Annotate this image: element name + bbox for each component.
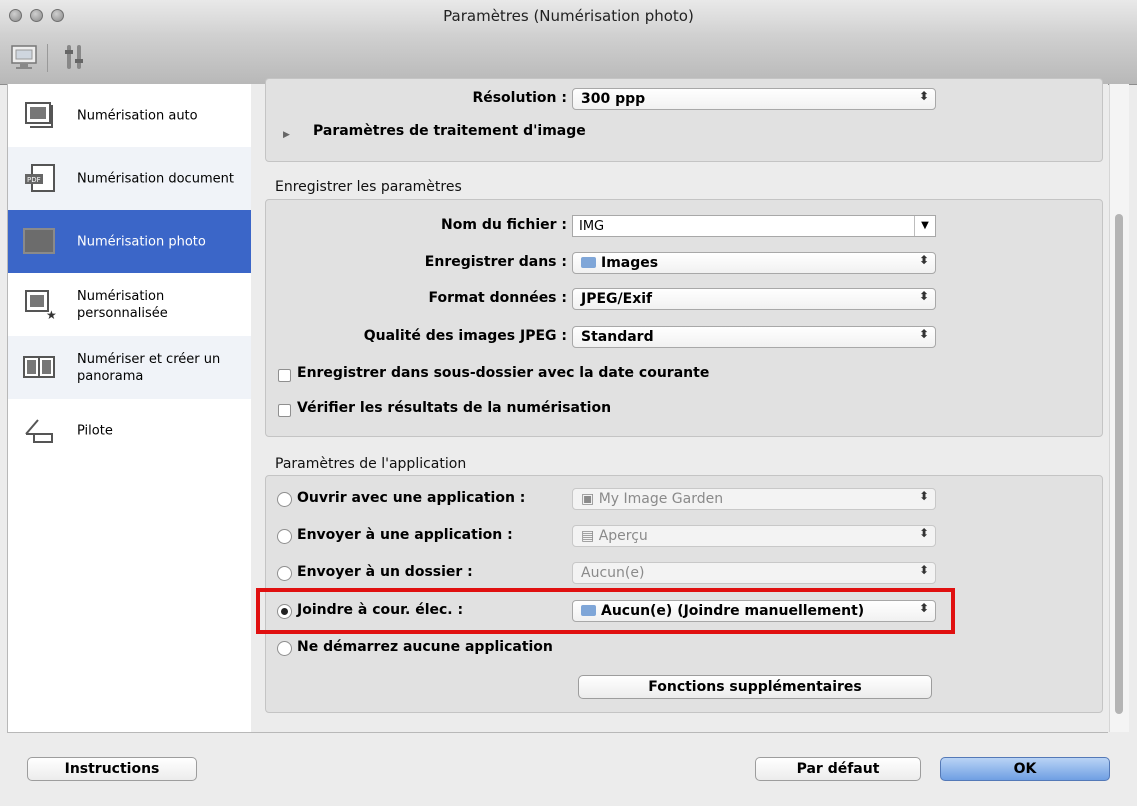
more-functions-button[interactable]: Fonctions supplémentaires: [578, 675, 932, 699]
format-label: Format données :: [428, 290, 568, 306]
sidebar-item-label: Numérisation photo: [77, 234, 206, 249]
scan-from-computer-icon[interactable]: [8, 40, 42, 74]
stepper-arrows-icon: ⬍: [918, 253, 929, 267]
image-processing-toggle[interactable]: Paramètres de traitement d'image: [313, 123, 586, 139]
send-to-folder-radio[interactable]: [277, 566, 292, 581]
filename-value: IMG: [579, 219, 605, 234]
sidebar-item-label: Numérisation personnalisée: [77, 288, 168, 321]
sidebar-item-document-scan[interactable]: PDF Numérisation document: [8, 147, 251, 210]
stepper-arrows-icon: ⬍: [918, 489, 929, 503]
stepper-arrows-icon: ⬍: [918, 89, 929, 103]
jpeg-quality-value: Standard: [581, 329, 654, 345]
save-in-label: Enregistrer dans :: [424, 254, 567, 270]
format-value: JPEG/Exif: [581, 291, 653, 307]
save-in-value: Images: [601, 255, 659, 271]
send-to-folder-select[interactable]: Aucun(e) ⬍: [572, 562, 936, 584]
subfolder-checkbox[interactable]: [278, 369, 291, 382]
sidebar-empty-row: [8, 588, 251, 651]
sidebar-item-label: Numériser et créer un panorama: [77, 351, 221, 384]
pictures-folder-icon: [581, 257, 596, 268]
save-in-select[interactable]: Images ⬍: [572, 252, 936, 274]
instructions-button[interactable]: Instructions: [27, 757, 197, 781]
open-with-app-select[interactable]: ▣ My Image Garden ⬍: [572, 488, 936, 510]
no-app-radio[interactable]: [277, 641, 292, 656]
stepper-arrows-icon: ⬍: [918, 563, 929, 577]
sidebar-empty-row: [8, 525, 251, 588]
auto-scan-icon: [25, 102, 53, 128]
open-with-app-radio[interactable]: [277, 492, 292, 507]
photo-scan-icon: [23, 228, 55, 254]
scan-type-sidebar: Numérisation auto PDF Numérisation docum…: [7, 84, 252, 733]
resolution-select[interactable]: 300 ppp ⬍: [572, 88, 936, 110]
stepper-arrows-icon: ⬍: [918, 327, 929, 341]
svg-text:PDF: PDF: [27, 176, 41, 184]
send-to-folder-value: Aucun(e): [581, 565, 645, 581]
toolbar-divider: [47, 44, 48, 72]
resolution-label: Résolution :: [472, 90, 567, 106]
sidebar-item-panorama[interactable]: Numériser et créer un panorama: [8, 336, 251, 399]
general-settings-icon[interactable]: [58, 40, 92, 74]
send-to-app-radio[interactable]: [277, 529, 292, 544]
send-to-folder-label: Envoyer à un dossier :: [297, 564, 473, 580]
verify-results-label: Vérifier les résultats de la numérisatio…: [297, 400, 612, 416]
resolution-value: 300 ppp: [581, 91, 646, 107]
chevron-down-icon[interactable]: ▼: [914, 216, 935, 236]
disclosure-triangle-icon[interactable]: ▶: [283, 130, 290, 140]
sidebar-item-photo-scan[interactable]: Numérisation photo: [8, 210, 251, 273]
sidebar-item-driver[interactable]: Pilote: [8, 399, 251, 462]
format-select[interactable]: JPEG/Exif ⬍: [572, 288, 936, 310]
app-icon: ▣: [581, 491, 599, 507]
save-settings-title: Enregistrer les paramètres: [275, 179, 462, 195]
svg-text:★: ★: [46, 308, 57, 320]
sidebar-item-custom-scan[interactable]: ★ Numérisation personnalisée: [8, 273, 251, 336]
no-app-label: Ne démarrez aucune application: [297, 639, 553, 655]
verify-results-checkbox[interactable]: [278, 404, 291, 417]
window-title: Paramètres (Numérisation photo): [443, 7, 694, 25]
title-bar: Paramètres (Numérisation photo): [0, 0, 1137, 32]
app-settings-title: Paramètres de l'application: [275, 456, 467, 472]
open-with-app-label: Ouvrir avec une application :: [297, 490, 526, 506]
subfolder-label: Enregistrer dans sous-dossier avec la da…: [297, 365, 710, 381]
ok-button[interactable]: OK: [940, 757, 1110, 781]
driver-icon: [25, 419, 53, 443]
panorama-icon: [23, 356, 55, 378]
sidebar-item-label: Pilote: [77, 423, 113, 438]
send-to-app-select[interactable]: ▤ Aperçu ⬍: [572, 525, 936, 547]
scrollbar-thumb[interactable]: [1115, 214, 1123, 714]
sidebar-item-label: Numérisation auto: [77, 108, 198, 123]
default-button[interactable]: Par défaut: [755, 757, 921, 781]
settings-pane: Résolution : 300 ppp ⬍ ▶ Paramètres de t…: [251, 78, 1108, 733]
sidebar-empty-row: [8, 462, 251, 525]
jpeg-quality-select[interactable]: Standard ⬍: [572, 326, 936, 348]
open-with-app-value: My Image Garden: [598, 491, 724, 507]
document-scan-icon: PDF: [25, 164, 55, 192]
vertical-scrollbar[interactable]: [1109, 84, 1129, 732]
custom-scan-icon: ★: [25, 290, 57, 320]
sidebar-item-label: Numérisation document: [77, 171, 234, 186]
filename-combo[interactable]: IMG ▼: [572, 215, 936, 237]
preview-app-icon: ▤: [581, 528, 599, 544]
sidebar-empty-row: [8, 651, 251, 732]
stepper-arrows-icon: ⬍: [918, 526, 929, 540]
settings-window: Paramètres (Numérisation photo) Numérisa…: [0, 0, 1137, 806]
send-to-app-value: Aperçu: [598, 528, 648, 544]
sidebar-item-auto-scan[interactable]: Numérisation auto: [8, 84, 251, 147]
stepper-arrows-icon: ⬍: [918, 289, 929, 303]
jpeg-quality-label: Qualité des images JPEG :: [363, 328, 567, 344]
highlight-box: [256, 588, 955, 634]
filename-label: Nom du fichier :: [441, 217, 567, 233]
send-to-app-label: Envoyer à une application :: [297, 527, 513, 543]
